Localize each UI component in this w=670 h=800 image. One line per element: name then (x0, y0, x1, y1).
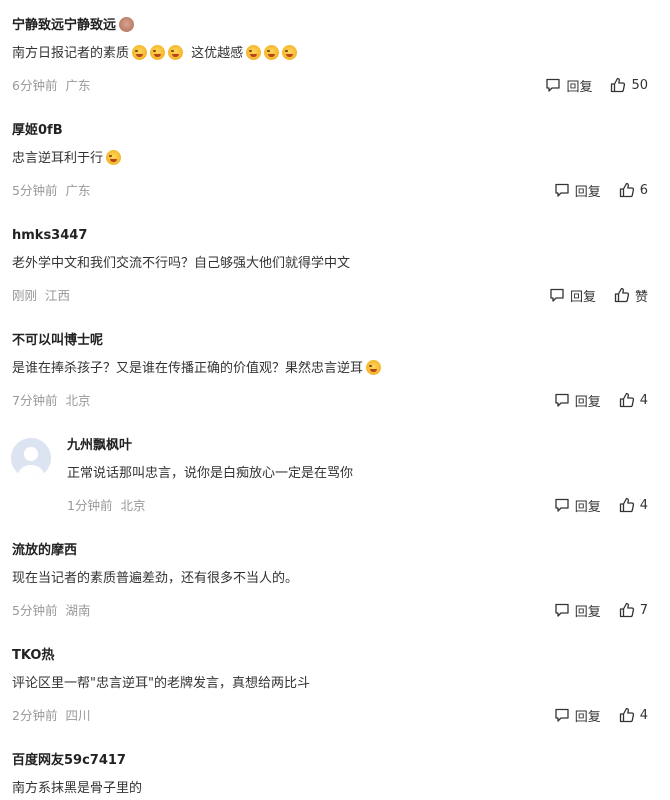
like-count: 6 (639, 182, 648, 198)
comment-location: 四川 (65, 708, 91, 723)
comment-time: 1分钟前 (67, 498, 113, 513)
comment-location: 北京 (120, 498, 146, 513)
comment-actions: 回复 4 (554, 704, 648, 726)
thumbs-up-icon (611, 77, 626, 93)
comment-item: 九州飘枫叶 正常说话那叫忠言，说你是白痴放心一定是在骂你 1分钟前 北京 回复 4 (0, 436, 670, 541)
like-button[interactable]: 4 (619, 392, 648, 408)
avatar[interactable] (11, 438, 51, 478)
like-button[interactable]: 4 (619, 707, 648, 723)
comment-meta: 6分钟前 广东 (12, 76, 90, 96)
comment-bubble-icon (555, 603, 569, 617)
comment-location: 江西 (45, 288, 71, 303)
comment-username[interactable]: TKO热 (12, 646, 54, 666)
comment-item: 流放的摩西 现在当记者的素质普遍差劲，还有很多不当人的。 5分钟前 湖南 回复 7 (0, 541, 670, 646)
comment-bubble-icon (555, 183, 569, 197)
reply-button[interactable]: 回复 (545, 76, 592, 95)
laughing-emoji-icon (246, 45, 262, 60)
like-button[interactable]: 赞 (614, 286, 648, 305)
comment-text: 正常说话那叫忠言，说你是白痴放心一定是在骂你 (67, 466, 354, 481)
reply-button[interactable]: 回复 (549, 286, 596, 305)
laughing-emoji-icon (264, 45, 280, 60)
laughing-emoji-icon (150, 45, 166, 60)
comment-meta: 2分钟前 四川 (12, 706, 90, 726)
like-button[interactable]: 4 (619, 497, 648, 513)
reply-button[interactable]: 回复 (554, 601, 601, 620)
like-button[interactable]: 6 (619, 182, 648, 198)
comment-bubble-icon (550, 288, 564, 302)
comment-text: 南方系抹黑是骨子里的 (12, 781, 143, 796)
comment-time: 6分钟前 (12, 78, 58, 93)
comment-location: 北京 (65, 393, 91, 408)
comment-bubble-icon (555, 498, 569, 512)
comment-meta: 5分钟前 广东 (12, 181, 90, 201)
comment-actions: 回复 赞 (549, 284, 648, 306)
laughing-emoji-icon (132, 45, 148, 60)
comment-list: 宁静致远宁静致远 南方日报记者的素质 这优越感 6分钟前 广东 回复 50 厚姬0… (0, 0, 670, 800)
comment-meta: 5分钟前 湖南 (12, 601, 90, 621)
user-badge-icon (119, 17, 135, 32)
laughing-emoji-icon (282, 45, 298, 60)
thumbs-up-icon (619, 497, 634, 513)
comment-item: 百度网友59c7417 南方系抹黑是骨子里的 (0, 751, 670, 800)
comment-text: 评论区里一帮"忠言逆耳"的老牌发言，真想给两比斗 (12, 676, 310, 691)
comment-item: 宁静致远宁静致远 南方日报记者的素质 这优越感 6分钟前 广东 回复 50 (0, 16, 670, 121)
like-count: 4 (639, 497, 648, 513)
comment-actions: 回复 4 (554, 494, 648, 516)
thumbs-up-icon (619, 182, 634, 198)
comment-username[interactable]: 厚姬0fB (12, 121, 63, 141)
comment-username[interactable]: 百度网友59c7417 (12, 751, 126, 771)
comment-time: 刚刚 (12, 288, 38, 303)
comment-location: 广东 (65, 78, 91, 93)
comment-time: 2分钟前 (12, 708, 58, 723)
thumbs-up-icon (619, 602, 634, 618)
laughing-emoji-icon (168, 45, 184, 60)
comment-time: 5分钟前 (12, 183, 58, 198)
comment-meta: 刚刚 江西 (12, 286, 70, 306)
comment-bubble-icon (555, 393, 569, 407)
comment-location: 广东 (65, 183, 91, 198)
comment-item: 不可以叫博士呢 是谁在捧杀孩子？又是谁在传播正确的价值观？果然忠言逆耳 7分钟前… (0, 331, 670, 436)
comment-actions: 回复 7 (554, 599, 648, 621)
thumbs-up-icon (619, 707, 634, 723)
comment-bubble-icon (555, 708, 569, 722)
comment-actions: 回复 4 (554, 389, 648, 411)
comment-actions: 回复 50 (545, 74, 648, 96)
comment-meta: 7分钟前 北京 (12, 391, 90, 411)
like-count: 赞 (634, 289, 648, 305)
comment-username[interactable]: 宁静致远宁静致远 (12, 16, 135, 36)
default-avatar-icon (11, 438, 51, 478)
comment-text: 忠言逆耳利于行 (12, 149, 122, 169)
thumbs-up-icon (619, 392, 634, 408)
comment-text: 现在当记者的素质普遍差劲，还有很多不当人的。 (12, 571, 299, 586)
like-count: 7 (639, 602, 648, 618)
reply-button[interactable]: 回复 (554, 496, 601, 515)
comment-time: 7分钟前 (12, 393, 58, 408)
like-button[interactable]: 50 (610, 77, 648, 93)
like-count: 4 (639, 707, 648, 723)
comment-bubble-icon (546, 78, 561, 92)
comment-text: 是谁在捧杀孩子？又是谁在传播正确的价值观？果然忠言逆耳 (12, 359, 382, 379)
comment-text: 南方日报记者的素质 这优越感 (12, 44, 298, 64)
crying-emoji-icon (366, 360, 382, 375)
reply-button[interactable]: 回复 (554, 181, 601, 200)
reply-button[interactable]: 回复 (554, 706, 601, 725)
comment-actions: 回复 6 (554, 179, 648, 201)
like-button[interactable]: 7 (619, 602, 648, 618)
comment-username[interactable]: hmks3447 (12, 226, 87, 246)
comment-username[interactable]: 九州飘枫叶 (67, 436, 132, 456)
comment-username[interactable]: 不可以叫博士呢 (12, 331, 103, 351)
reply-button[interactable]: 回复 (554, 391, 601, 410)
comment-location: 湖南 (65, 603, 91, 618)
comment-text: 老外学中文和我们交流不行吗？自己够强大他们就得学中文 (12, 256, 351, 271)
comment-item: hmks3447 老外学中文和我们交流不行吗？自己够强大他们就得学中文 刚刚 江西… (0, 226, 670, 331)
thumbs-up-icon (614, 287, 630, 303)
like-count: 50 (631, 77, 648, 93)
comment-time: 5分钟前 (12, 603, 58, 618)
smile-emoji-icon (106, 150, 122, 165)
comment-item: TKO热 评论区里一帮"忠言逆耳"的老牌发言，真想给两比斗 2分钟前 四川 回复 … (0, 646, 670, 751)
comment-username[interactable]: 流放的摩西 (12, 541, 77, 561)
like-count: 4 (639, 392, 648, 408)
comment-meta: 1分钟前 北京 (67, 496, 145, 516)
comment-item: 厚姬0fB 忠言逆耳利于行 5分钟前 广东 回复 6 (0, 121, 670, 226)
